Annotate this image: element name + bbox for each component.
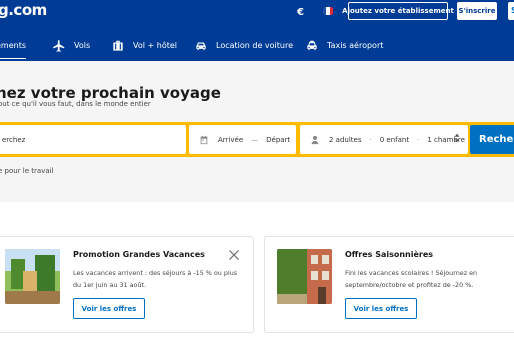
currency-selector[interactable]: €: [297, 7, 304, 18]
tab-label: Taxis aéroport: [327, 41, 384, 50]
close-icon[interactable]: [228, 249, 240, 261]
tab-label: ements: [0, 41, 27, 50]
work-travel-option[interactable]: e pour le travail: [0, 167, 54, 175]
tab-car-rental[interactable]: Location de voiture: [194, 30, 293, 61]
offer-image-playground: [5, 249, 60, 304]
destination-input[interactable]: erchez: [0, 125, 186, 154]
register-button[interactable]: S'inscrire: [457, 2, 497, 20]
dot-separator: ·: [369, 135, 372, 144]
signin-button[interactable]: S: [508, 2, 514, 20]
tab-flights[interactable]: Vols: [52, 30, 90, 61]
adults-count: 2 adultes: [329, 135, 362, 144]
main-nav: ements Vols Vol + hôtel Location de voit…: [0, 30, 514, 61]
french-flag-icon[interactable]: [323, 7, 333, 15]
chevron-updown-icon: [454, 133, 460, 145]
booking-logo[interactable]: g.com: [0, 1, 47, 19]
tab-label: Vols: [74, 41, 91, 50]
checkin-label: Arrivée: [218, 135, 244, 144]
tab-label: Vol + hôtel: [133, 41, 178, 50]
offer-description: Les vacances arrivent : des séjours à -1…: [73, 269, 238, 289]
dot-separator: ·: [417, 135, 420, 144]
offer-card-seasonal: Offres Saisonnières Fini les vacances sc…: [264, 236, 514, 333]
offer-title: Offres Saisonnières: [345, 250, 434, 259]
offer-title: Promotion Grandes Vacances: [73, 250, 205, 259]
checkout-label: Départ: [266, 135, 291, 144]
suitcase-icon: [113, 40, 123, 51]
children-count: 0 enfant: [379, 135, 410, 144]
register-property-button[interactable]: Ajoutez votre établissement: [342, 2, 454, 20]
taxi-icon: [307, 40, 317, 50]
offer-description: Fini les vacances scolaires ! Séjournez …: [345, 269, 478, 289]
page-subtitle: out ce qu'il vous faut, dans le monde en…: [0, 100, 151, 108]
top-header: g.com € Ajoutez votre établissement S'in…: [0, 0, 514, 61]
tab-hebergements[interactable]: ements: [0, 30, 27, 61]
search-button[interactable]: Reche: [470, 125, 514, 154]
destination-placeholder: erchez: [2, 135, 26, 144]
date-separator: —: [251, 135, 259, 144]
plane-icon: [53, 39, 65, 52]
search-bar: erchez Arrivée — Départ 2 adultes · 0 en…: [0, 122, 514, 157]
date-picker[interactable]: Arrivée — Départ: [189, 125, 296, 154]
tab-airport-taxis[interactable]: Taxis aéroport: [305, 30, 383, 61]
offer-card-summer: Promotion Grandes Vacances Les vacances …: [0, 236, 254, 333]
offer-image-street: [277, 249, 332, 304]
occupancy-selector[interactable]: 2 adultes · 0 enfant · 1 chambre: [300, 125, 468, 154]
view-offers-button[interactable]: Voir les offres: [345, 298, 417, 319]
person-icon: [311, 135, 319, 144]
tab-label: Location de voiture: [216, 41, 294, 50]
tab-flight-hotel[interactable]: Vol + hôtel: [111, 30, 177, 61]
calendar-icon: [200, 135, 208, 144]
car-icon: [196, 42, 206, 50]
view-offers-button[interactable]: Voir les offres: [73, 298, 145, 319]
